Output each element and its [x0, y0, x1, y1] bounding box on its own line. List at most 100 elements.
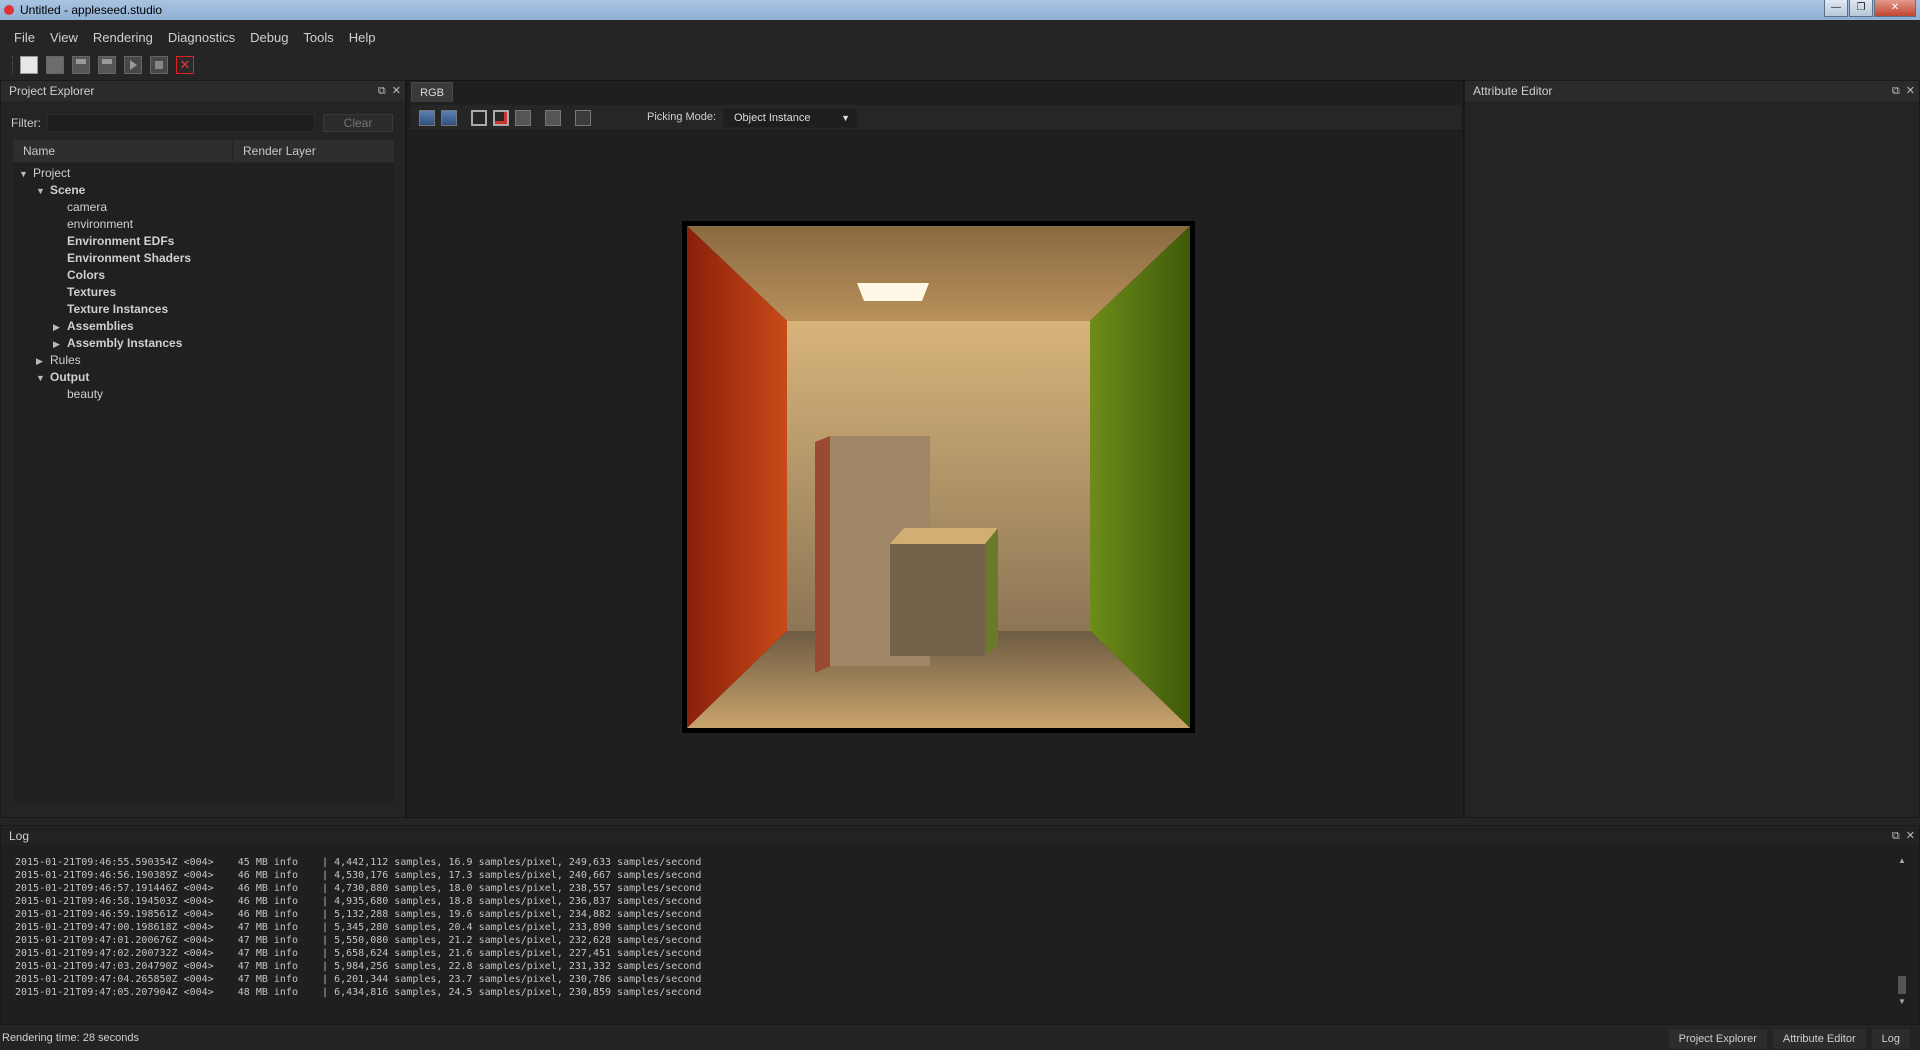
- expand-caret-icon[interactable]: ▼: [19, 166, 29, 183]
- tree-item[interactable]: Environment Shaders: [53, 250, 191, 267]
- render-image[interactable]: [687, 226, 1190, 728]
- status-bar: Rendering time: 28 seconds Project Explo…: [0, 1028, 1920, 1050]
- close-icon[interactable]: ✕: [176, 56, 194, 74]
- tree-item-label: beauty: [67, 387, 104, 401]
- save-frame-icon[interactable]: [419, 110, 435, 126]
- tab-attribute-editor[interactable]: Attribute Editor: [1772, 1029, 1866, 1049]
- expand-caret-icon[interactable]: ▶: [53, 319, 63, 336]
- tree-item[interactable]: Colors: [53, 267, 105, 284]
- scroll-down-icon[interactable]: ▼: [1898, 997, 1906, 1006]
- tall-box-side: [815, 436, 830, 673]
- open-project-icon[interactable]: [46, 56, 64, 74]
- reload-project-icon[interactable]: [98, 56, 116, 74]
- render-image-frame[interactable]: [682, 221, 1195, 733]
- tab-log[interactable]: Log: [1871, 1029, 1910, 1049]
- expand-caret-icon[interactable]: ▶: [53, 336, 63, 353]
- attribute-editor-title: Attribute Editor: [1473, 84, 1553, 98]
- menu-file[interactable]: File: [14, 30, 35, 45]
- clear-button[interactable]: Clear: [323, 114, 393, 132]
- render-settings-icon[interactable]: [545, 110, 561, 126]
- log-scrollbar[interactable]: ▲ ▼: [1897, 856, 1907, 1006]
- clear-render-region-icon[interactable]: [493, 110, 509, 126]
- expand-caret-icon[interactable]: ▶: [36, 353, 46, 370]
- scroll-up-icon[interactable]: ▲: [1898, 856, 1906, 865]
- tree-item[interactable]: camera: [53, 199, 107, 216]
- scroll-thumb[interactable]: [1898, 976, 1906, 994]
- menu-view[interactable]: View: [50, 30, 78, 45]
- log-line: 2015-01-21T09:46:56.190389Z <004> 46 MB …: [15, 870, 702, 881]
- tree-item-label: camera: [67, 200, 108, 214]
- log-line: 2015-01-21T09:46:55.590354Z <004> 45 MB …: [15, 857, 702, 868]
- tree-item[interactable]: Environment EDFs: [53, 233, 174, 250]
- expand-caret-icon[interactable]: ▼: [36, 370, 46, 387]
- tree-item-label: Project: [33, 166, 71, 180]
- log-line: 2015-01-21T09:47:05.207904Z <004> 48 MB …: [15, 987, 702, 998]
- save-all-frames-icon[interactable]: [441, 110, 457, 126]
- project-explorer-title: Project Explorer: [9, 84, 95, 98]
- float-icon[interactable]: ⧉: [378, 85, 386, 97]
- tree-item-label: Rules: [50, 353, 81, 367]
- menu-help[interactable]: Help: [349, 30, 376, 45]
- picking-icon[interactable]: [575, 110, 591, 126]
- menu-diagnostics[interactable]: Diagnostics: [168, 30, 235, 45]
- frame-icon[interactable]: [515, 110, 531, 126]
- column-header-name[interactable]: Name: [13, 140, 233, 162]
- float-icon[interactable]: ⧉: [1892, 85, 1900, 97]
- project-explorer-panel: Project Explorer ⧉ ✕ Filter: Clear Name R…: [0, 80, 406, 818]
- start-render-icon[interactable]: [124, 56, 142, 74]
- tree-item[interactable]: Texture Instances: [53, 301, 168, 318]
- expand-caret-icon[interactable]: ▼: [36, 183, 46, 200]
- filter-input[interactable]: [47, 114, 315, 132]
- tree-item[interactable]: beauty: [53, 386, 103, 403]
- log-line: 2015-01-21T09:47:00.198618Z <004> 47 MB …: [15, 922, 702, 933]
- picking-mode-select[interactable]: Object Instance ▼: [723, 108, 857, 128]
- tree-item[interactable]: ▶ Rules: [36, 352, 81, 369]
- tree-item-label: Textures: [67, 285, 117, 299]
- tree-item[interactable]: ▼ Scene: [36, 182, 85, 199]
- close-icon[interactable]: ✕: [392, 85, 401, 97]
- main-toolbar: ✕: [12, 54, 202, 76]
- minimize-button[interactable]: —: [1824, 0, 1848, 17]
- tree-item-label: Texture Instances: [67, 302, 169, 316]
- close-icon[interactable]: ✕: [1906, 830, 1915, 842]
- tree-item[interactable]: Textures: [53, 284, 116, 301]
- log-line: 2015-01-21T09:46:59.198561Z <004> 46 MB …: [15, 909, 702, 920]
- close-window-button[interactable]: ✕: [1874, 0, 1916, 17]
- log-output: 2015-01-21T09:46:55.590354Z <004> 45 MB …: [15, 856, 701, 999]
- column-header-render-layer[interactable]: Render Layer: [233, 140, 395, 162]
- save-project-icon[interactable]: [72, 56, 90, 74]
- tree-item[interactable]: environment: [53, 216, 133, 233]
- tab-project-explorer[interactable]: Project Explorer: [1668, 1029, 1767, 1049]
- project-tree: ▼ Project ▼ Scene camera environment Environme…: [13, 163, 395, 803]
- short-box-top-face: [890, 528, 998, 544]
- close-icon[interactable]: ✕: [1906, 85, 1915, 97]
- menu-rendering[interactable]: Rendering: [93, 30, 153, 45]
- window-title: Untitled - appleseed.studio: [20, 3, 163, 17]
- tab-rgb[interactable]: RGB: [411, 82, 453, 102]
- project-explorer-header: Project Explorer ⧉ ✕: [1, 81, 405, 101]
- render-viewport-panel: RGB Picking Mode: Object Instance ▼: [406, 80, 1464, 818]
- menu-bar: File View Rendering Diagnostics Debug To…: [0, 26, 1920, 48]
- tree-item[interactable]: ▼ Project: [19, 165, 70, 182]
- new-project-icon[interactable]: [20, 56, 38, 74]
- toolbar-grip[interactable]: [12, 56, 14, 74]
- tree-item[interactable]: ▼ Output: [36, 369, 89, 386]
- set-render-region-icon[interactable]: [471, 110, 487, 126]
- tree-item-label: Environment EDFs: [67, 234, 175, 248]
- tree-item[interactable]: ▶ Assemblies: [53, 318, 134, 335]
- tree-item-label: Environment Shaders: [67, 251, 192, 265]
- menu-tools[interactable]: Tools: [303, 30, 333, 45]
- attribute-editor-panel: Attribute Editor ⧉ ✕: [1464, 80, 1920, 818]
- log-line: 2015-01-21T09:47:04.265850Z <004> 47 MB …: [15, 974, 702, 985]
- stop-render-icon[interactable]: [150, 56, 168, 74]
- window-controls: — ❐ ✕: [1823, 0, 1916, 17]
- float-icon[interactable]: ⧉: [1892, 830, 1900, 842]
- filter-label: Filter:: [11, 116, 41, 130]
- tree-item-label: Assemblies: [67, 319, 134, 333]
- picking-mode-label: Picking Mode:: [647, 111, 717, 123]
- maximize-button[interactable]: ❐: [1849, 0, 1873, 17]
- log-line: 2015-01-21T09:47:03.204790Z <004> 47 MB …: [15, 961, 702, 972]
- menu-debug[interactable]: Debug: [250, 30, 288, 45]
- app-logo-icon: [4, 5, 14, 15]
- tree-item[interactable]: ▶ Assembly Instances: [53, 335, 182, 352]
